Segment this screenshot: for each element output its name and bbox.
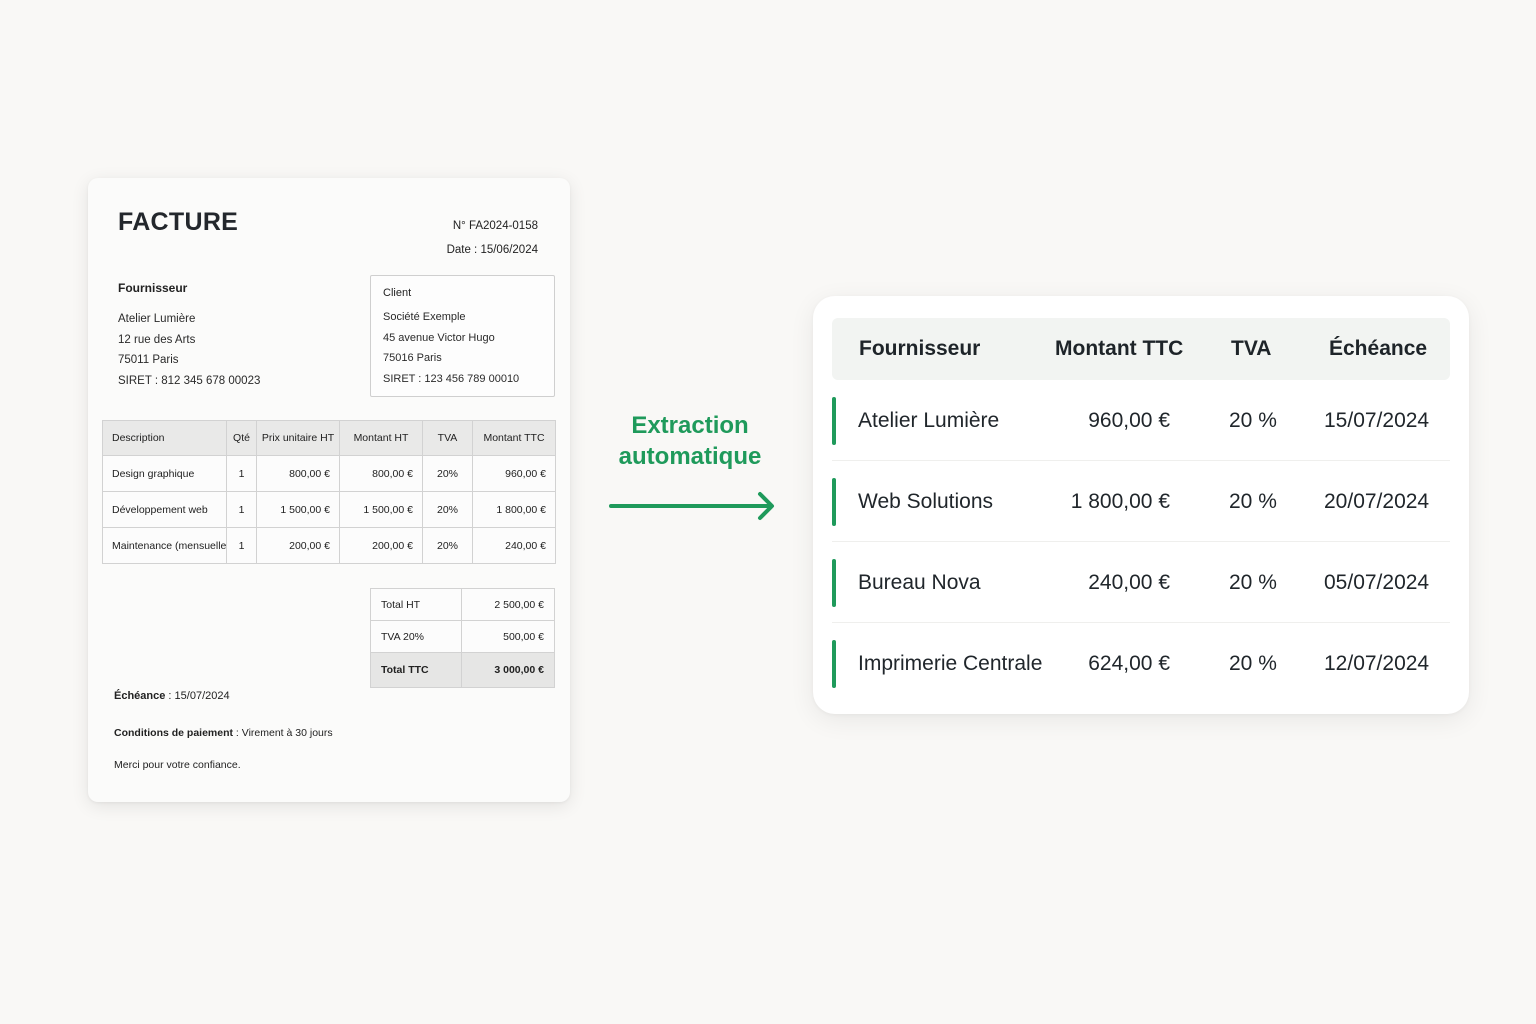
supplier-block: Fournisseur Atelier Lumière 12 rue des A… (118, 281, 348, 391)
table-row: Design graphique 1 800,00 € 800,00 € 20%… (102, 455, 556, 492)
row-tva: 20 % (1229, 652, 1277, 675)
due-date-value: : 15/07/2024 (165, 690, 230, 702)
invoice-meta: N° FA2024-0158 Date : 15/06/2024 (447, 214, 538, 262)
row-echeance: 05/07/2024 (1324, 571, 1430, 594)
invoice-payment-terms: Conditions de paiement : Virement à 30 j… (114, 727, 333, 739)
invoice-thanks: Merci pour votre confiance. (114, 759, 241, 771)
totals-row-tva: TVA 20% 500,00 € (370, 620, 556, 653)
row-montant-ttc: 960,00 € (1088, 409, 1170, 432)
supplier-street: 12 rue des Arts (118, 333, 196, 346)
invoice-items-table: Description Qté Prix unitaire HT Montant… (102, 420, 556, 564)
row-accent-bar (832, 640, 836, 688)
item-qty: 1 (226, 455, 257, 492)
client-block: Client Société Exemple 45 avenue Victor … (370, 275, 555, 397)
row-fournisseur: Atelier Lumière (858, 409, 1000, 432)
row-tva: 20 % (1229, 490, 1277, 513)
totals-row-ht: Total HT 2 500,00 € (370, 588, 556, 621)
invoice-document: FACTURE N° FA2024-0158 Date : 15/06/2024… (88, 178, 570, 802)
client-street: 45 avenue Victor Hugo (383, 331, 495, 344)
invoice-date: Date : 15/06/2024 (446, 244, 538, 256)
item-qty: 1 (226, 527, 257, 564)
row-tva: 20 % (1229, 409, 1277, 432)
row-accent-bar (832, 559, 836, 607)
totals-row-ttc: Total TTC 3 000,00 € (370, 652, 556, 688)
table-row: Bureau Nova 240,00 € 20 % 05/07/2024 (832, 542, 1450, 623)
item-description: Maintenance (mensuelle) (102, 527, 227, 564)
due-date-label: Échéance (114, 690, 166, 702)
header-fournisseur: Fournisseur (859, 337, 981, 360)
table-row: Imprimerie Centrale 624,00 € 20 % 12/07/… (832, 623, 1450, 704)
items-header-amount-ht: Montant HT (339, 420, 423, 456)
row-accent-bar (832, 478, 836, 526)
invoice-title: FACTURE (118, 208, 239, 236)
item-unit-price: 200,00 € (256, 527, 340, 564)
items-header-row: Description Qté Prix unitaire HT Montant… (102, 420, 556, 456)
item-amount-ttc: 240,00 € (472, 527, 556, 564)
supplier-siret: SIRET : 812 345 678 00023 (118, 374, 261, 387)
invoice-totals-table: Total HT 2 500,00 € TVA 20% 500,00 € Tot… (370, 588, 556, 688)
items-header-description: Description (102, 420, 227, 456)
item-description: Design graphique (102, 455, 227, 492)
supplier-city: 75011 Paris (118, 354, 179, 366)
items-header-tva: TVA (422, 420, 473, 456)
item-tva: 20% (422, 455, 473, 492)
supplier-label: Fournisseur (118, 281, 188, 295)
extraction-label: Extraction automatique (600, 410, 780, 472)
row-fournisseur: Bureau Nova (858, 571, 981, 594)
extraction-label-line2: automatique (618, 443, 762, 470)
client-siret: SIRET : 123 456 789 00010 (383, 372, 520, 385)
right-arrow-icon (609, 492, 774, 520)
table-row: Atelier Lumière 960,00 € 20 % 15/07/2024 (832, 380, 1450, 461)
total-ttc-label: Total TTC (370, 652, 462, 688)
client-city: 75016 Paris (383, 352, 442, 364)
row-fournisseur: Imprimerie Centrale (858, 652, 1043, 675)
client-name: Société Exemple (383, 311, 466, 323)
table-row: Web Solutions 1 800,00 € 20 % 20/07/2024 (832, 461, 1450, 542)
supplier-name: Atelier Lumière (118, 313, 196, 325)
row-montant-ttc: 1 800,00 € (1070, 490, 1170, 513)
invoice-number: N° FA2024-0158 (452, 220, 538, 232)
row-montant-ttc: 624,00 € (1088, 652, 1170, 675)
item-unit-price: 800,00 € (256, 455, 340, 492)
row-tva: 20 % (1229, 571, 1277, 594)
total-ht-label: Total HT (370, 588, 462, 621)
payment-terms-label: Conditions de paiement (114, 727, 234, 739)
items-header-unit-price: Prix unitaire HT (256, 420, 340, 456)
header-tva: TVA (1231, 337, 1272, 360)
items-header-qty: Qté (226, 420, 257, 456)
item-tva: 20% (422, 527, 473, 564)
client-label: Client (383, 287, 412, 299)
total-ht-value: 2 500,00 € (460, 588, 556, 621)
item-amount-ht: 200,00 € (339, 527, 423, 564)
extracted-data-card: Fournisseur Montant TTC TVA Échéance Ate… (813, 296, 1469, 714)
total-tva-label: TVA 20% (370, 620, 462, 653)
invoice-due-date: Échéance : 15/07/2024 (114, 690, 230, 702)
item-tva: 20% (422, 491, 473, 528)
row-echeance: 15/07/2024 (1324, 409, 1430, 432)
total-tva-value: 500,00 € (460, 620, 556, 653)
item-description: Développement web (102, 491, 227, 528)
extracted-table-header: Fournisseur Montant TTC TVA Échéance (832, 318, 1450, 380)
item-amount-ttc: 1 800,00 € (472, 491, 556, 528)
item-amount-ht: 800,00 € (339, 455, 423, 492)
row-fournisseur: Web Solutions (858, 490, 994, 513)
row-echeance: 20/07/2024 (1324, 490, 1430, 513)
item-amount-ht: 1 500,00 € (339, 491, 423, 528)
item-unit-price: 1 500,00 € (256, 491, 340, 528)
table-row: Développement web 1 1 500,00 € 1 500,00 … (102, 491, 556, 528)
total-ttc-value: 3 000,00 € (460, 652, 556, 688)
item-qty: 1 (226, 491, 257, 528)
row-echeance: 12/07/2024 (1324, 652, 1430, 675)
header-echeance: Échéance (1329, 337, 1428, 360)
row-accent-bar (832, 397, 836, 445)
header-montant-ttc: Montant TTC (1055, 337, 1184, 360)
item-amount-ttc: 960,00 € (472, 455, 556, 492)
extraction-label-line1: Extraction (631, 412, 749, 439)
table-row: Maintenance (mensuelle) 1 200,00 € 200,0… (102, 527, 556, 564)
items-header-amount-ttc: Montant TTC (472, 420, 556, 456)
row-montant-ttc: 240,00 € (1088, 571, 1170, 594)
payment-terms-value: : Virement à 30 jours (233, 727, 333, 739)
